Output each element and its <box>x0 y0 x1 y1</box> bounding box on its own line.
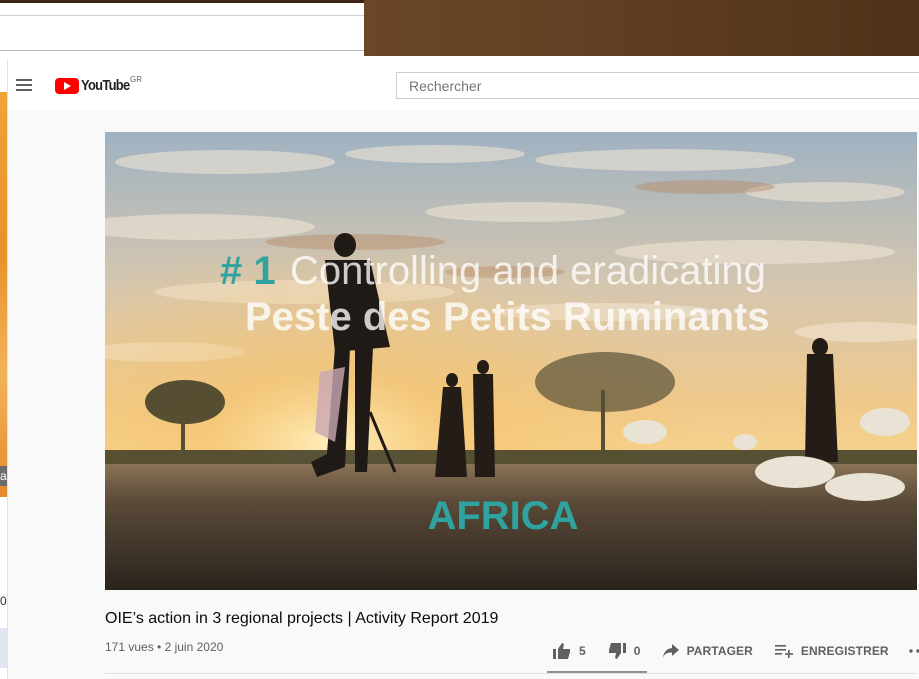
share-label: PARTAGER <box>686 644 753 658</box>
video-title: OIE’s action in 3 regional projects | Ac… <box>105 610 499 627</box>
more-horizontal-icon <box>909 649 919 653</box>
background-letter: a <box>0 466 7 486</box>
save-label: ENREGISTRER <box>800 644 889 658</box>
thumbs-up-icon <box>553 643 570 659</box>
video-frame: # 1 Controlling and eradicating Peste de… <box>105 132 917 590</box>
youtube-play-icon <box>55 77 79 94</box>
like-count: 5 <box>579 644 586 658</box>
dislike-count: 0 <box>633 644 641 658</box>
background-thumbnail-slice <box>0 92 7 497</box>
background-number: 0 <box>0 594 7 608</box>
share-arrow-icon <box>662 644 679 658</box>
screen: a 0 YouTube GR Rechercher # 1 Controllin… <box>0 0 919 679</box>
overlay-rank: # 1 <box>220 249 276 293</box>
masthead: YouTube GR <box>8 60 919 110</box>
search-input[interactable] <box>396 72 919 99</box>
hamburger-menu-icon[interactable] <box>16 79 32 91</box>
overlay-heading-line2: Peste des Petits Ruminants <box>245 295 770 339</box>
share-button[interactable]: PARTAGER <box>662 644 753 658</box>
youtube-logo[interactable]: YouTube <box>55 77 137 94</box>
divider <box>105 673 917 674</box>
playlist-add-icon <box>774 645 793 658</box>
background-address-bar[interactable] <box>0 15 364 51</box>
save-button[interactable]: ENREGISTRER <box>774 644 889 658</box>
more-actions-button[interactable] <box>909 649 919 653</box>
dislike-button[interactable]: 0 <box>608 643 641 659</box>
overlay-region: AFRICA <box>427 494 578 538</box>
country-code: GR <box>130 75 142 84</box>
like-button[interactable]: 5 <box>553 643 586 659</box>
background-thumbnail-slice-bottom <box>0 628 7 668</box>
overlay-heading-line1: Controlling and eradicating <box>290 249 766 293</box>
video-actions: 5 0 PARTAGER ENREGISTRER <box>553 640 919 662</box>
thumbs-down-icon <box>608 643 626 659</box>
background-window-panel <box>364 0 919 56</box>
youtube-window: YouTube GR Rechercher # 1 Controlling an… <box>7 60 919 679</box>
logo-text: YouTube <box>81 77 130 94</box>
video-player[interactable]: # 1 Controlling and eradicating Peste de… <box>105 132 917 590</box>
video-view-count-date: 171 vues • 2 juin 2020 <box>105 640 224 654</box>
